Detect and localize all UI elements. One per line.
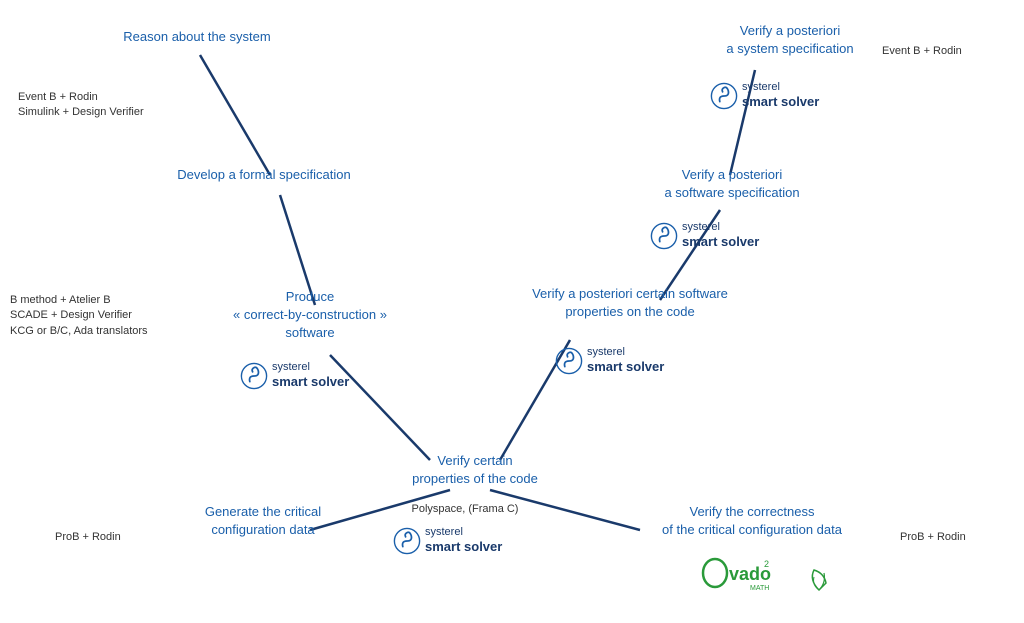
- systerel-icon-verify-props: [555, 347, 583, 375]
- verify-system-spec-label: Verify a posterioria system specificatio…: [726, 23, 853, 56]
- systerel-verify-certain: systerel smart solver: [393, 525, 502, 556]
- svg-text:2: 2: [764, 559, 769, 569]
- generate-label: Generate the criticalconfiguration data: [205, 504, 321, 537]
- generate-node: Generate the criticalconfiguration data: [163, 503, 363, 539]
- systerel-icon-verify-system: [710, 82, 738, 110]
- prob-rodin-left-label: ProB + Rodin: [55, 530, 155, 545]
- produce-tools-label: B method + Atelier BSCADE + Design Verif…: [10, 293, 195, 339]
- systerel-icon-verify-certain: [393, 527, 421, 555]
- ovado-logo-container: vado 2 MATH: [700, 555, 834, 600]
- polyspace-label: Polyspace, (Frama C): [375, 502, 555, 517]
- produce-node: Produce« correct-by-construction »softwa…: [215, 288, 405, 343]
- event-b-rodin-top-label: Event B + Rodin: [882, 44, 1002, 59]
- verify-software-props-node: Verify a posteriori certain softwareprop…: [510, 285, 750, 321]
- verify-software-props-label: Verify a posteriori certain softwareprop…: [532, 286, 728, 319]
- verify-certain-label: Verify certainproperties of the code: [412, 453, 538, 486]
- systerel-verify-software: systerel smart solver: [650, 220, 759, 251]
- diagram-container: Reason about the system Event B + RodinS…: [0, 0, 1024, 623]
- reason-node: Reason about the system: [87, 28, 307, 46]
- develop-label: Develop a formal specification: [177, 167, 350, 182]
- develop-node: Develop a formal specification: [134, 166, 394, 184]
- systerel-produce: systerel smart solver: [240, 360, 349, 391]
- ovado-logo: vado 2 MATH: [700, 555, 780, 595]
- verify-correctness-node: Verify the correctnessof the critical co…: [612, 503, 892, 539]
- ovado-leaf-icon: [804, 565, 834, 595]
- systerel-icon-produce: [240, 362, 268, 390]
- systerel-verify-props: systerel smart solver: [555, 345, 664, 376]
- produce-label: Produce« correct-by-construction »softwa…: [233, 289, 387, 340]
- svg-text:MATH: MATH: [750, 585, 769, 592]
- reason-label: Reason about the system: [123, 29, 270, 44]
- verify-software-spec-label: Verify a posterioria software specificat…: [664, 167, 799, 200]
- verify-certain-node: Verify certainproperties of the code: [375, 452, 575, 488]
- reason-tools-label: Event B + RodinSimulink + Design Verifie…: [18, 90, 178, 121]
- verify-correctness-label: Verify the correctnessof the critical co…: [662, 504, 842, 537]
- verify-system-spec-node: Verify a posterioria system specificatio…: [680, 22, 900, 58]
- systerel-verify-system: systerel smart solver: [710, 80, 819, 111]
- verify-software-spec-node: Verify a posterioria software specificat…: [622, 166, 842, 202]
- prob-rodin-right-label: ProB + Rodin: [900, 530, 1010, 545]
- systerel-icon-verify-software: [650, 222, 678, 250]
